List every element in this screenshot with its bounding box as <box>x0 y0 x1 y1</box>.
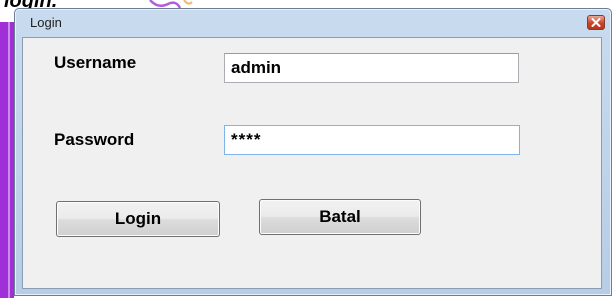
username-label: Username <box>54 53 137 72</box>
cancel-button[interactable]: Batal <box>259 199 421 235</box>
username-value: admin <box>231 58 282 77</box>
screen: login. Login Username admin Password ***… <box>0 0 615 298</box>
password-field[interactable]: **** <box>224 125 520 155</box>
close-button[interactable] <box>587 15 605 30</box>
close-icon <box>591 18 601 27</box>
background-accent-bar <box>0 22 14 298</box>
password-value: **** <box>231 130 262 149</box>
cancel-button-label: Batal <box>319 207 361 226</box>
password-label: Password <box>54 130 135 149</box>
login-button[interactable]: Login <box>56 201 220 237</box>
title-bar[interactable]: Login <box>15 9 611 37</box>
window-title: Login <box>30 15 62 30</box>
background-accent-stripe <box>8 22 10 298</box>
login-button-label: Login <box>114 209 162 228</box>
login-window: Login Username admin Password **** Login… <box>14 8 612 296</box>
username-field[interactable]: admin <box>224 53 519 83</box>
dialog-body: Username admin Password **** Login Batal <box>22 37 602 289</box>
